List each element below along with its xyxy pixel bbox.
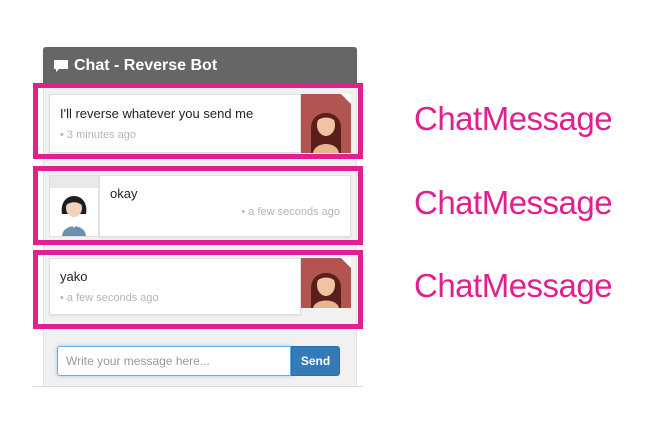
annotation-label: ChatMessage [414, 184, 613, 221]
speech-bubble-icon [53, 59, 69, 73]
chat-header: Chat - Reverse Bot [43, 47, 357, 85]
annotation-label: ChatMessage [414, 100, 613, 137]
panel-divider [33, 386, 363, 387]
message-composer: Send [57, 346, 340, 376]
chat-message-highlight [33, 166, 363, 245]
chat-title: Chat - Reverse Bot [74, 57, 218, 74]
chat-message-highlight [33, 83, 363, 159]
send-button[interactable]: Send [291, 346, 340, 376]
chat-message-highlight [33, 250, 363, 329]
annotation-label: ChatMessage [414, 267, 613, 304]
message-input[interactable] [57, 346, 291, 376]
